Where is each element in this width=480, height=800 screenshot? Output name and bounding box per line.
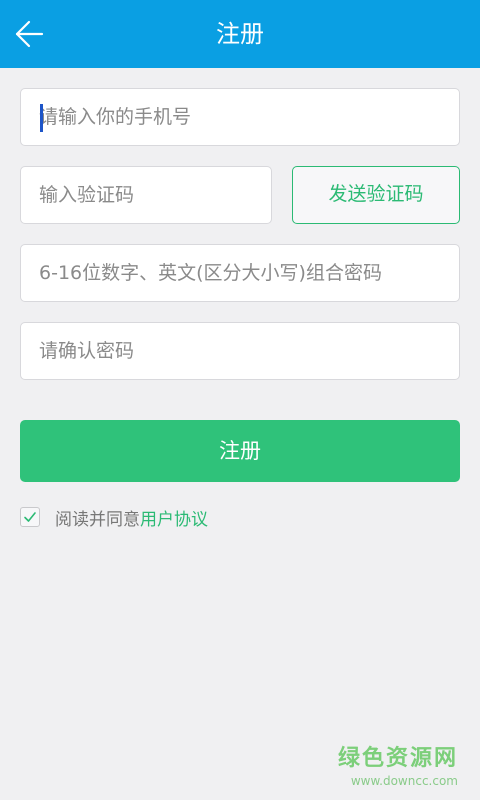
agreement-row: 阅读并同意 用户协议 [20,505,208,530]
text-caret [40,104,43,132]
password-input[interactable] [21,245,459,301]
watermark-url: www.downcc.com [350,774,458,788]
confirm-password-input[interactable] [21,323,459,379]
header-bar: 注册 [0,0,480,68]
password-field-container [20,244,460,302]
send-code-button[interactable]: 发送验证码 [292,166,460,224]
user-agreement-link[interactable]: 用户协议 [140,505,208,530]
watermark-title: 绿色资源网 [337,746,458,771]
agree-text: 阅读并同意 [55,509,140,530]
confirm-password-field-container [20,322,460,380]
page-title: 注册 [216,20,264,48]
register-button[interactable]: 注册 [20,420,460,482]
verification-code-input[interactable] [21,167,271,223]
agree-checkbox[interactable] [20,507,40,527]
register-screen: 注册 发送验证码 注册 阅读并同意用户协议 绿色资源网 www.downcc.c… [0,0,480,800]
phone-field-container [20,88,460,146]
watermark: 绿色资源网 www.downcc.com [338,740,458,788]
code-field-container [20,166,272,224]
check-icon [24,512,36,522]
phone-input[interactable] [21,89,459,145]
